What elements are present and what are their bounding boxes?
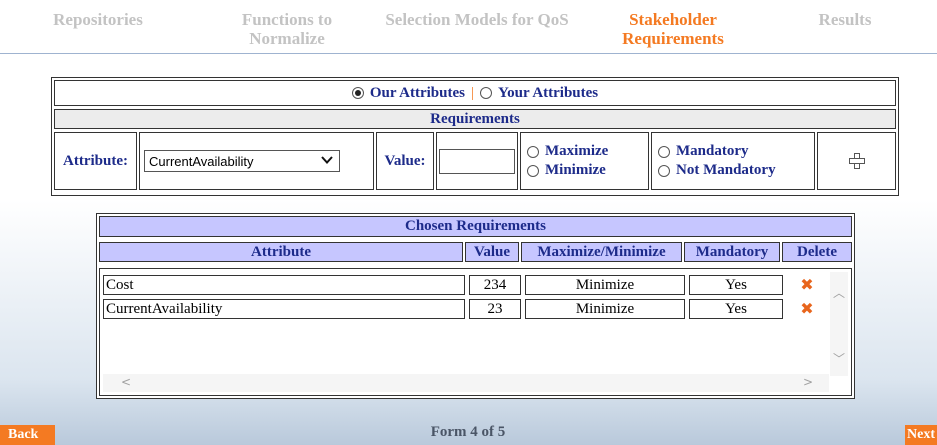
our-attributes-radio[interactable] — [351, 87, 364, 99]
column-header-maximize-minimize: Maximize/Minimize — [521, 242, 682, 262]
row-objective: Minimize — [525, 275, 685, 295]
value-label: Value: — [376, 132, 434, 190]
chevron-down-icon — [321, 154, 333, 169]
not-mandatory-option[interactable]: Not Mandatory — [658, 161, 776, 180]
chosen-requirements-panel: Chosen Requirements Attribute Value Maxi… — [96, 213, 855, 399]
our-attributes-label[interactable]: Our Attributes — [370, 85, 465, 102]
horizontal-scrollbar[interactable]: < > — [103, 374, 829, 392]
delete-button[interactable]: ✖ — [787, 299, 827, 319]
mandatory-label: Mandatory — [676, 143, 749, 159]
value-cell — [436, 132, 518, 190]
your-attributes-label[interactable]: Your Attributes — [498, 85, 598, 102]
not-mandatory-label: Not Mandatory — [676, 162, 776, 178]
scroll-down-icon[interactable]: ﹀ — [833, 350, 845, 367]
row-objective: Minimize — [525, 299, 685, 319]
your-attributes-radio[interactable] — [480, 87, 492, 99]
mandatory-options: Mandatory Not Mandatory — [651, 132, 815, 190]
plus-icon[interactable] — [848, 153, 865, 169]
delete-x-icon[interactable]: ✖ — [800, 277, 813, 293]
column-header-mandatory: Mandatory — [684, 242, 780, 262]
minimize-label: Minimize — [545, 162, 606, 178]
requirements-section-title: Requirements — [54, 109, 896, 129]
attribute-label: Attribute: — [54, 132, 137, 190]
maximize-option[interactable]: Maximize — [527, 142, 608, 161]
step-stakeholder-requirements[interactable]: Stakeholder Requirements — [598, 10, 748, 48]
chosen-requirements-title: Chosen Requirements — [99, 216, 852, 237]
chosen-requirements-list[interactable]: Cost 234 Minimize Yes ✖ CurrentAvailabil… — [99, 268, 852, 396]
step-selection-models[interactable]: Selection Models for QoS — [382, 10, 572, 29]
minimize-option[interactable]: Minimize — [527, 161, 606, 180]
scroll-up-icon[interactable]: ︿ — [833, 284, 845, 301]
row-value: 234 — [469, 275, 521, 295]
attribute-cell: CurrentAvailability — [139, 132, 374, 190]
delete-x-icon[interactable]: ✖ — [800, 301, 813, 317]
delete-button[interactable]: ✖ — [787, 275, 827, 295]
column-header-value: Value — [465, 242, 519, 262]
attribute-select-value: CurrentAvailability — [149, 153, 254, 169]
attribute-source-toggle: Our Attributes | Your Attributes — [54, 80, 896, 106]
back-button[interactable]: Back — [0, 425, 55, 445]
toggle-separator: | — [470, 84, 474, 101]
step-repositories[interactable]: Repositories — [28, 10, 168, 29]
form-counter: Form 4 of 5 — [430, 424, 506, 440]
maximize-radio[interactable] — [527, 145, 539, 158]
step-results[interactable]: Results — [800, 10, 890, 29]
scroll-left-icon[interactable]: < — [121, 375, 131, 389]
objective-options: Maximize Minimize — [520, 132, 649, 190]
wizard-steps: Repositories Functions to Normalize Sele… — [0, 0, 937, 54]
vertical-scrollbar[interactable]: ︿ ﹀ — [830, 272, 848, 376]
row-value: 23 — [469, 299, 521, 319]
mandatory-radio[interactable] — [658, 145, 670, 158]
add-requirement-button[interactable] — [817, 132, 896, 190]
scroll-right-icon[interactable]: > — [803, 375, 813, 389]
row-attribute: CurrentAvailability — [103, 299, 465, 319]
mandatory-option[interactable]: Mandatory — [658, 142, 749, 161]
column-header-attribute: Attribute — [99, 242, 463, 262]
next-button[interactable]: Next — [905, 425, 937, 445]
row-mandatory: Yes — [689, 299, 783, 319]
attribute-select[interactable]: CurrentAvailability — [144, 150, 340, 172]
list-viewport: Cost 234 Minimize Yes ✖ CurrentAvailabil… — [103, 272, 829, 376]
value-input[interactable] — [439, 148, 515, 174]
column-header-delete: Delete — [782, 242, 852, 262]
requirements-panel: Our Attributes | Your Attributes Require… — [51, 77, 899, 196]
maximize-label: Maximize — [545, 143, 609, 159]
row-attribute: Cost — [103, 275, 465, 295]
minimize-radio[interactable] — [527, 164, 539, 177]
step-functions-to-normalize[interactable]: Functions to Normalize — [222, 10, 352, 48]
row-mandatory: Yes — [689, 275, 783, 295]
not-mandatory-radio[interactable] — [658, 164, 670, 177]
